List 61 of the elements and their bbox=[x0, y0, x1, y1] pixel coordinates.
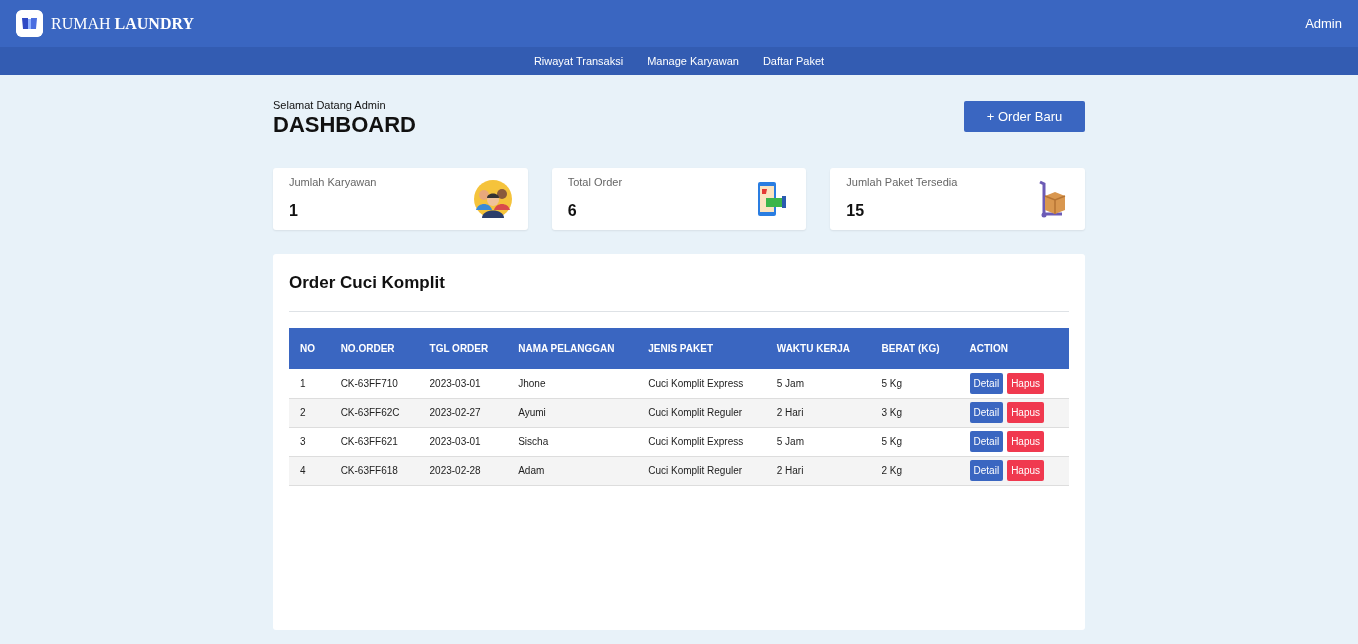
table-cell: 2023-03-01 bbox=[418, 427, 508, 456]
stat-value: 1 bbox=[289, 200, 299, 221]
stat-value: 6 bbox=[567, 200, 578, 221]
table-cell: 1 bbox=[289, 369, 330, 398]
table-cell: Cuci Komplit Reguler bbox=[637, 398, 766, 427]
menu-link[interactable]: Daftar Paket bbox=[762, 52, 825, 70]
detail-button[interactable]: Detail bbox=[969, 431, 1004, 452]
column-header: TGL ORDER bbox=[418, 328, 508, 369]
table-cell: 5 Jam bbox=[765, 427, 871, 456]
column-header: NAMA PELANGGAN bbox=[507, 328, 638, 369]
table-cell: CK-63FF618 bbox=[329, 456, 419, 485]
delete-button[interactable]: Hapus bbox=[1007, 372, 1045, 394]
table-cell: Ayumi bbox=[507, 398, 638, 427]
menu-link[interactable]: Manage Karyawan bbox=[647, 52, 739, 70]
delete-button[interactable]: Hapus bbox=[1007, 402, 1045, 423]
table-cell: CK-63FF621 bbox=[329, 427, 419, 456]
table-cell: Sischa bbox=[507, 427, 638, 456]
table-cell: 2 Hari bbox=[765, 398, 871, 427]
menu-link[interactable]: Riwayat Transaksi bbox=[533, 52, 624, 70]
table-title: Order Cuci Komplit bbox=[289, 269, 1069, 312]
table-cell: 5 Kg bbox=[870, 369, 959, 398]
detail-button[interactable]: Detail bbox=[969, 402, 1004, 423]
column-header: WAKTU KERJA bbox=[765, 328, 871, 369]
stat-label: Total Order bbox=[567, 175, 623, 191]
table-cell: CK-63FF62C bbox=[329, 398, 419, 427]
table-cell: Cuci Komplit Express bbox=[637, 369, 766, 398]
detail-button[interactable]: Detail bbox=[969, 372, 1004, 394]
table-cell: 2023-03-01 bbox=[418, 369, 508, 398]
table-cell: Adam bbox=[507, 456, 638, 485]
table-cell: 3 Kg bbox=[870, 398, 959, 427]
column-header: ACTION bbox=[958, 328, 1069, 369]
table-cell: 2023-02-28 bbox=[418, 456, 508, 485]
table-cell: Cuci Komplit Reguler bbox=[637, 456, 766, 485]
table-cell: 3 bbox=[289, 427, 330, 456]
stat-label: Jumlah Karyawan bbox=[289, 175, 377, 191]
table-cell: 2 Kg bbox=[870, 456, 959, 485]
table-cell: 4 bbox=[289, 456, 330, 485]
page-title: DASHBOARD bbox=[273, 113, 416, 136]
column-header: NO.ORDER bbox=[329, 328, 419, 369]
table-cell: 2 bbox=[289, 398, 330, 427]
table-cell: 2 Hari bbox=[765, 456, 871, 485]
column-header: JENIS PAKET bbox=[637, 328, 766, 369]
new-order-button[interactable]: + Order Baru bbox=[964, 101, 1085, 132]
people-icon bbox=[473, 179, 512, 218]
greeting-text: Selamat Datang Admin bbox=[273, 98, 387, 113]
detail-button[interactable]: Detail bbox=[969, 460, 1004, 481]
user-name[interactable]: Admin bbox=[1305, 13, 1342, 34]
delete-button[interactable]: Hapus bbox=[1007, 431, 1045, 452]
table-cell: 5 Kg bbox=[870, 427, 959, 456]
stat-label: Jumlah Paket Tersedia bbox=[846, 175, 958, 191]
logo-icon bbox=[16, 10, 43, 37]
brand-name[interactable]: RUMAH LAUNDRY bbox=[51, 11, 194, 36]
delete-button[interactable]: Hapus bbox=[1007, 460, 1045, 481]
column-header: NO bbox=[289, 328, 330, 369]
table-cell: Cuci Komplit Express bbox=[637, 427, 766, 456]
table-cell: Jhone bbox=[507, 369, 638, 398]
column-header: BERAT (KG) bbox=[870, 328, 959, 369]
table-cell: 5 Jam bbox=[765, 369, 871, 398]
table-cell: 2023-02-27 bbox=[418, 398, 508, 427]
table-cell: CK-63FF710 bbox=[329, 369, 419, 398]
stat-value: 15 bbox=[846, 200, 866, 221]
